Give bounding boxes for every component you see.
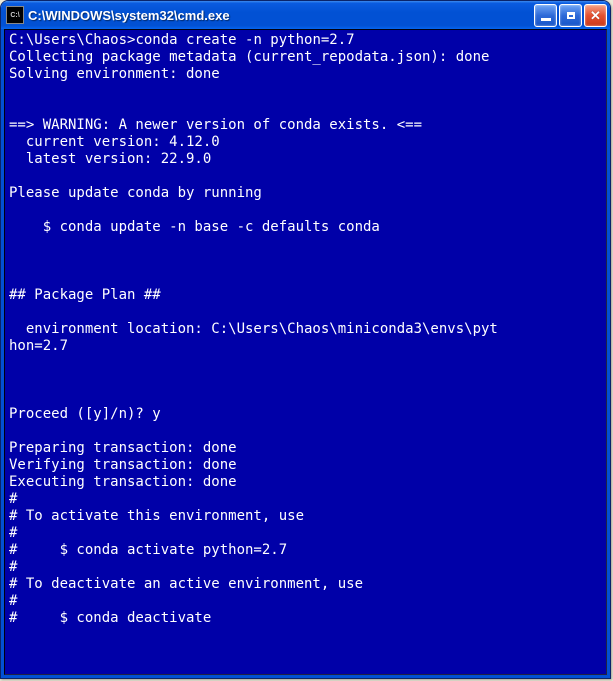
cmd-icon: C:\ — [6, 6, 24, 24]
minimize-button[interactable] — [534, 4, 557, 27]
maximize-icon — [567, 12, 575, 19]
window-frame: C:\Users\Chaos>conda create -n python=2.… — [1, 29, 610, 678]
cmd-icon-label: C:\ — [10, 12, 19, 19]
terminal-output: Collecting package metadata (current_rep… — [9, 49, 498, 626]
maximize-button[interactable] — [559, 4, 582, 27]
close-button[interactable]: ✕ — [584, 4, 607, 27]
typed-command: conda create -n python=2.7 — [135, 32, 354, 48]
terminal-area[interactable]: C:\Users\Chaos>conda create -n python=2.… — [4, 29, 607, 675]
window-title: C:\WINDOWS\system32\cmd.exe — [28, 8, 534, 23]
cmd-window: C:\ C:\WINDOWS\system32\cmd.exe ✕ C:\Use… — [0, 0, 611, 679]
prompt: C:\Users\Chaos> — [9, 32, 135, 48]
minimize-icon — [541, 18, 551, 21]
window-controls: ✕ — [534, 4, 607, 27]
close-icon: ✕ — [590, 9, 601, 22]
titlebar[interactable]: C:\ C:\WINDOWS\system32\cmd.exe ✕ — [1, 1, 610, 29]
